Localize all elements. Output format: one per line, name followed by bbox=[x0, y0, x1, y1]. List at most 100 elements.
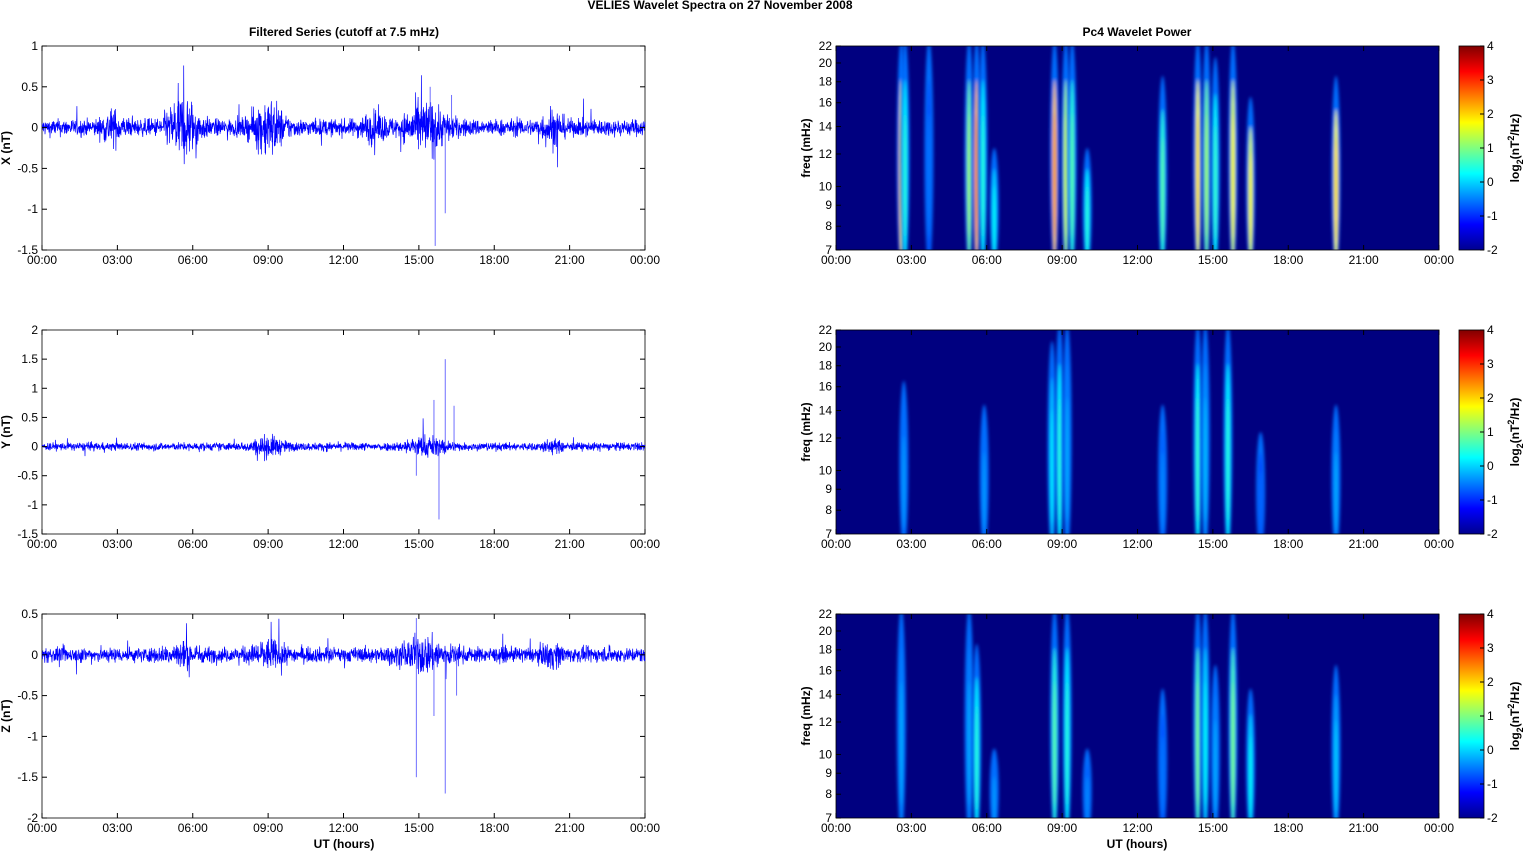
colorbar-tick-label: -2 bbox=[1487, 243, 1498, 257]
x-tick-label: 12:00 bbox=[1122, 253, 1152, 267]
freq-tick-label: 12 bbox=[819, 715, 833, 729]
power-streak bbox=[924, 46, 934, 250]
x-tick-label: 00:00 bbox=[1424, 821, 1454, 835]
freq-tick-label: 22 bbox=[819, 323, 833, 337]
colorbar-tick-label: 2 bbox=[1487, 391, 1494, 405]
x-tick-label: 21:00 bbox=[555, 821, 585, 835]
power-streak bbox=[1082, 147, 1092, 250]
freq-tick-label: 20 bbox=[819, 340, 833, 354]
x-tick-label: 18:00 bbox=[479, 537, 509, 551]
x-tick-label: 18:00 bbox=[479, 253, 509, 267]
left-column-title: Filtered Series (cutoff at 7.5 mHz) bbox=[249, 25, 439, 39]
y-tick-label: -0.5 bbox=[17, 689, 38, 703]
colorbar-tick-label: 1 bbox=[1487, 709, 1494, 723]
y-tick-label: -1.5 bbox=[17, 770, 38, 784]
colorbar-tick-label: 4 bbox=[1487, 39, 1494, 53]
x-tick-label: 15:00 bbox=[404, 253, 434, 267]
power-streak bbox=[1228, 46, 1238, 250]
x-tick-label: 03:00 bbox=[102, 537, 132, 551]
freq-tick-label: 16 bbox=[819, 380, 833, 394]
power-streak bbox=[1200, 614, 1210, 818]
y-axis-label: Z (nT) bbox=[0, 699, 13, 732]
x-tick-label: 06:00 bbox=[178, 253, 208, 267]
x-tick-label: 06:00 bbox=[972, 537, 1002, 551]
colorbar-tick-label: 3 bbox=[1487, 641, 1494, 655]
colorbar-tick-label: -2 bbox=[1487, 811, 1498, 825]
power-streak bbox=[1193, 46, 1203, 250]
y-tick-label: -1 bbox=[27, 202, 38, 216]
y-tick-label: 1 bbox=[31, 381, 38, 395]
power-streak bbox=[900, 46, 910, 250]
x-tick-label: 18:00 bbox=[479, 821, 509, 835]
y-tick-label: 0.5 bbox=[21, 80, 38, 94]
colorbar-tick-label: 3 bbox=[1487, 357, 1494, 371]
colorbar-tick-label: -1 bbox=[1487, 777, 1498, 791]
x-tick-label: 00:00 bbox=[1424, 253, 1454, 267]
colorbar: 4 3 2 1 0 -1 -2 log2(nT2/Hz) bbox=[1458, 607, 1525, 825]
x-tick-label: 09:00 bbox=[253, 821, 283, 835]
spectrogram-panel-x: 78910121416182022freq (mHz)00:00 03:00 06:… bbox=[799, 39, 1525, 267]
power-streak bbox=[989, 147, 999, 250]
freq-tick-label: 22 bbox=[819, 39, 833, 53]
x-tick-label: 06:00 bbox=[178, 821, 208, 835]
y-axis-label: freq (mHz) bbox=[799, 118, 813, 177]
power-streak bbox=[1331, 75, 1341, 250]
power-streak bbox=[978, 46, 988, 250]
x-tick-label: 21:00 bbox=[555, 537, 585, 551]
freq-tick-label: 18 bbox=[819, 643, 833, 657]
right-xlabel: UT (hours) bbox=[1107, 837, 1168, 851]
y-axis-label: Y (nT) bbox=[0, 415, 13, 449]
colorbar-tick-label: -1 bbox=[1487, 209, 1498, 223]
freq-tick-label: 18 bbox=[819, 359, 833, 373]
x-tick-label: 18:00 bbox=[1273, 253, 1303, 267]
y-tick-label: -0.5 bbox=[17, 469, 38, 483]
y-tick-label: 0.5 bbox=[21, 410, 38, 424]
x-tick-label: 21:00 bbox=[1349, 253, 1379, 267]
y-tick-label: -1 bbox=[27, 498, 38, 512]
x-tick-label: 06:00 bbox=[178, 537, 208, 551]
x-tick-label: 15:00 bbox=[404, 537, 434, 551]
freq-tick-label: 20 bbox=[819, 624, 833, 638]
x-tick-label: 12:00 bbox=[1122, 537, 1152, 551]
power-streak bbox=[1062, 330, 1072, 534]
figure: VELIES Wavelet Spectra on 27 November 20… bbox=[0, 0, 1525, 851]
colorbar-tick-label: -1 bbox=[1487, 493, 1498, 507]
colorbar-tick-label: 0 bbox=[1487, 743, 1494, 757]
power-streak bbox=[1050, 614, 1060, 818]
freq-tick-label: 14 bbox=[819, 688, 833, 702]
x-tick-label: 03:00 bbox=[102, 821, 132, 835]
colorbar-tick-label: 2 bbox=[1487, 107, 1494, 121]
y-tick-label: 0.5 bbox=[21, 607, 38, 621]
freq-tick-label: 14 bbox=[819, 120, 833, 134]
x-tick-label: 18:00 bbox=[1273, 821, 1303, 835]
figure-title: VELIES Wavelet Spectra on 27 November 20… bbox=[587, 0, 852, 12]
x-tick-label: 12:00 bbox=[328, 821, 358, 835]
freq-tick-label: 9 bbox=[825, 198, 832, 212]
x-tick-label: 00:00 bbox=[630, 821, 660, 835]
power-streak bbox=[1050, 46, 1060, 250]
freq-tick-label: 8 bbox=[825, 219, 832, 233]
x-tick-label: 09:00 bbox=[253, 537, 283, 551]
power-streak bbox=[1062, 614, 1072, 818]
colorbar-tick-label: 0 bbox=[1487, 175, 1494, 189]
freq-tick-label: 16 bbox=[819, 96, 833, 110]
y-axis-label: freq (mHz) bbox=[799, 686, 813, 745]
power-streak bbox=[1331, 664, 1341, 818]
power-streak bbox=[1210, 664, 1220, 818]
freq-tick-label: 12 bbox=[819, 431, 833, 445]
plot-area bbox=[41, 613, 646, 819]
freq-tick-label: 10 bbox=[819, 179, 833, 193]
colorbar-tick-label: 4 bbox=[1487, 607, 1494, 621]
freq-tick-label: 8 bbox=[825, 503, 832, 517]
x-tick-label: 15:00 bbox=[1198, 253, 1228, 267]
power-streak bbox=[979, 404, 989, 534]
power-streak bbox=[1256, 431, 1266, 534]
x-tick-label: 18:00 bbox=[1273, 537, 1303, 551]
freq-tick-label: 8 bbox=[825, 787, 832, 801]
spectrogram-background bbox=[836, 614, 1439, 818]
freq-tick-label: 16 bbox=[819, 664, 833, 678]
plot-area bbox=[41, 329, 646, 535]
colorbar: 4 3 2 1 0 -1 -2 log2(nT2/Hz) bbox=[1458, 323, 1525, 541]
freq-tick-label: 20 bbox=[819, 56, 833, 70]
y-axis-label: freq (mHz) bbox=[799, 402, 813, 461]
